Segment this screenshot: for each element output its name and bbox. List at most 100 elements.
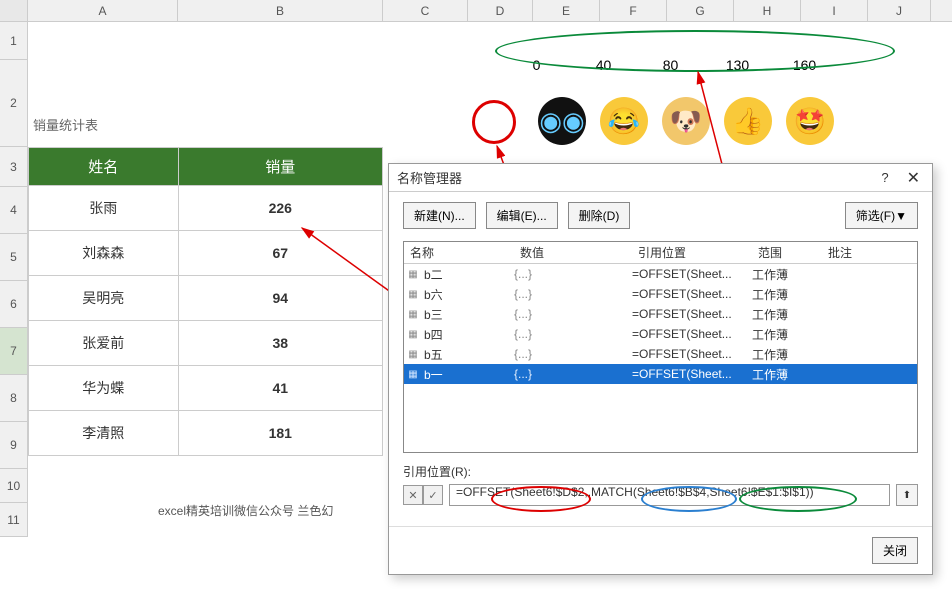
name-cell: b二 (422, 266, 514, 283)
cell-sales[interactable]: 41 (178, 366, 382, 411)
row-head-10[interactable]: 10 (0, 469, 28, 503)
table-row[interactable]: 刘森森67 (29, 231, 383, 276)
cell-sales[interactable]: 181 (178, 411, 382, 456)
name-cell: b三 (422, 306, 514, 323)
name-cell: b一 (422, 366, 514, 383)
name-list[interactable]: 名称 数值 引用位置 范围 批注 ▦b二{...}=OFFSET(Sheet..… (403, 241, 918, 453)
help-icon[interactable]: ? (881, 170, 888, 185)
ref-picker-icon[interactable]: ⬆ (896, 484, 918, 506)
thumbs-icon: 👍 (724, 97, 772, 145)
row-head-4[interactable]: 4 (0, 187, 28, 234)
name-row[interactable]: ▦b六{...}=OFFSET(Sheet...工作薄 (404, 284, 917, 304)
col-head-H[interactable]: H (734, 0, 801, 21)
ref-cell: =OFFSET(Sheet... (632, 367, 752, 381)
scope-cell: 工作薄 (752, 326, 822, 343)
table-title: 销量统计表 (33, 115, 98, 134)
col-name-header: 姓名 (29, 148, 179, 186)
cancel-ref-icon[interactable]: ✕ (403, 485, 423, 505)
ref-label: 引用位置(R): (403, 463, 918, 480)
value-cell: {...} (514, 267, 632, 281)
cell-name[interactable]: 华为蝶 (29, 366, 179, 411)
column-headers: ABCDEFGHIJ (0, 0, 952, 22)
table-icon: ▦ (404, 369, 422, 380)
name-row[interactable]: ▦b二{...}=OFFSET(Sheet...工作薄 (404, 264, 917, 284)
new-button[interactable]: 新建(N)... (403, 202, 476, 229)
name-cell: b四 (422, 326, 514, 343)
threshold-ellipse (495, 30, 895, 72)
cell-name[interactable]: 张雨 (29, 186, 179, 231)
row-head-8[interactable]: 8 (0, 375, 28, 422)
edit-button[interactable]: 编辑(E)... (486, 202, 558, 229)
row-head-5[interactable]: 5 (0, 234, 28, 281)
cell-sales[interactable]: 38 (178, 321, 382, 366)
delete-button[interactable]: 删除(D) (568, 202, 631, 229)
col-head-D[interactable]: D (468, 0, 533, 21)
table-row[interactable]: 李清照181 (29, 411, 383, 456)
owl-icon: ◉◉ (538, 97, 586, 145)
col-head-J[interactable]: J (868, 0, 931, 21)
close-button[interactable]: 关闭 (872, 537, 918, 564)
star-icon: 🤩 (786, 97, 834, 145)
filter-button[interactable]: 筛选(F)▼ (845, 202, 918, 229)
footnote: excel精英培训微信公众号 兰色幻 (158, 502, 333, 519)
select-all-corner[interactable] (0, 0, 28, 21)
row-head-6[interactable]: 6 (0, 281, 28, 328)
ref-cell: =OFFSET(Sheet... (632, 287, 752, 301)
close-icon[interactable]: ✕ (903, 168, 924, 188)
row-head-3[interactable]: 3 (0, 147, 28, 187)
laugh-icon: 😂 (600, 97, 648, 145)
col-name[interactable]: 名称 (404, 242, 514, 263)
col-head-I[interactable]: I (801, 0, 868, 21)
dialog-titlebar[interactable]: 名称管理器 ? ✕ (389, 164, 932, 192)
name-row[interactable]: ▦b一{...}=OFFSET(Sheet...工作薄 (404, 364, 917, 384)
ref-cell: =OFFSET(Sheet... (632, 307, 752, 321)
row-head-2[interactable]: 2 (0, 60, 28, 147)
table-row[interactable]: 张雨226 (29, 186, 383, 231)
table-icon: ▦ (404, 309, 422, 320)
name-cell: b六 (422, 286, 514, 303)
scope-cell: 工作薄 (752, 346, 822, 363)
cell-name[interactable]: 李清照 (29, 411, 179, 456)
value-cell: {...} (514, 367, 632, 381)
row-head-11[interactable]: 11 (0, 503, 28, 537)
scope-cell: 工作薄 (752, 266, 822, 283)
cell-sales[interactable]: 67 (178, 231, 382, 276)
ref-cell: =OFFSET(Sheet... (632, 327, 752, 341)
col-head-F[interactable]: F (600, 0, 667, 21)
cell-name[interactable]: 张爱前 (29, 321, 179, 366)
accept-ref-icon[interactable]: ✓ (423, 485, 443, 505)
cell-name[interactable]: 刘森森 (29, 231, 179, 276)
value-cell: {...} (514, 327, 632, 341)
table-row[interactable]: 吴明亮94 (29, 276, 383, 321)
ref-formula-text: =OFFSET(Sheet6!$D$2,,MATCH(Sheet6!$B$4,S… (456, 485, 814, 499)
cell-sales[interactable]: 226 (178, 186, 382, 231)
row-head-9[interactable]: 9 (0, 422, 28, 469)
ref-cell: =OFFSET(Sheet... (632, 347, 752, 361)
table-row[interactable]: 张爱前38 (29, 321, 383, 366)
ref-input[interactable]: =OFFSET(Sheet6!$D$2,,MATCH(Sheet6!$B$4,S… (449, 484, 890, 506)
col-head-B[interactable]: B (178, 0, 383, 21)
scope-cell: 工作薄 (752, 286, 822, 303)
col-head-G[interactable]: G (667, 0, 734, 21)
cell-sales[interactable]: 94 (178, 276, 382, 321)
name-row[interactable]: ▦b三{...}=OFFSET(Sheet...工作薄 (404, 304, 917, 324)
table-row[interactable]: 华为蝶41 (29, 366, 383, 411)
col-value[interactable]: 数值 (514, 242, 632, 263)
ref-cell: =OFFSET(Sheet... (632, 267, 752, 281)
table-icon: ▦ (404, 349, 422, 360)
col-head-E[interactable]: E (533, 0, 600, 21)
row-head-1[interactable]: 1 (0, 22, 28, 60)
name-row[interactable]: ▦b五{...}=OFFSET(Sheet...工作薄 (404, 344, 917, 364)
col-head-A[interactable]: A (28, 0, 178, 21)
d2-circle (472, 100, 516, 144)
col-ref[interactable]: 引用位置 (632, 242, 752, 263)
name-row[interactable]: ▦b四{...}=OFFSET(Sheet...工作薄 (404, 324, 917, 344)
col-note[interactable]: 批注 (822, 242, 917, 263)
row-headers: 1234567891011 (0, 22, 28, 537)
data-table: 姓名 销量 张雨226刘森森67吴明亮94张爱前38华为蝶41李清照181 (28, 147, 383, 456)
cell-name[interactable]: 吴明亮 (29, 276, 179, 321)
row-head-7[interactable]: 7 (0, 328, 28, 375)
name-manager-dialog: 名称管理器 ? ✕ 新建(N)... 编辑(E)... 删除(D) 筛选(F)▼… (388, 163, 933, 575)
col-scope[interactable]: 范围 (752, 242, 822, 263)
col-head-C[interactable]: C (383, 0, 468, 21)
